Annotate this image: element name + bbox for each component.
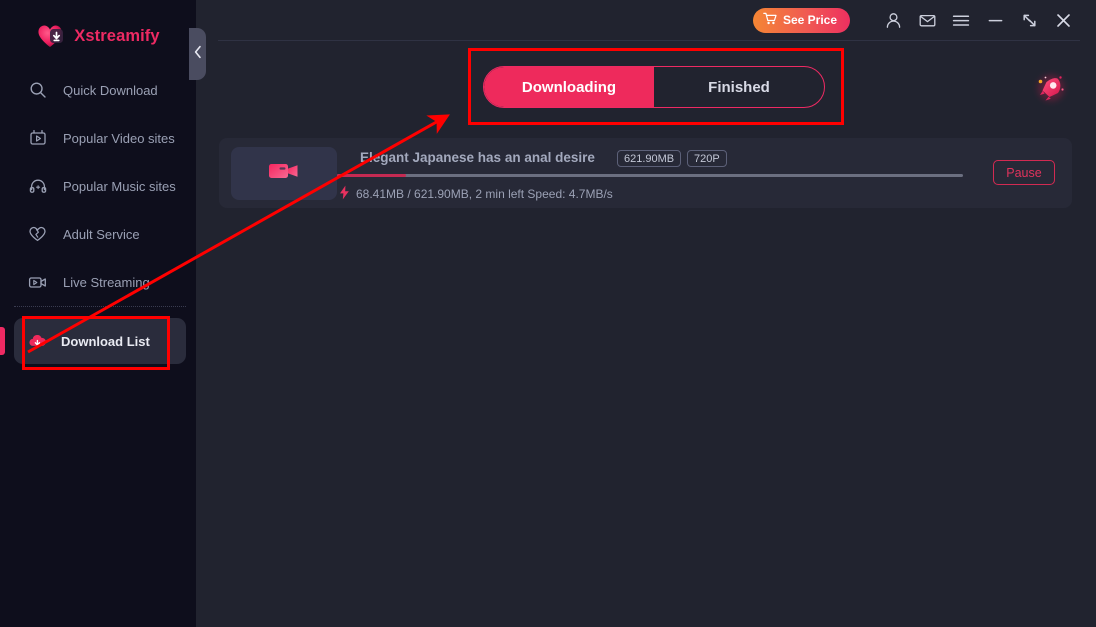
progress-bar	[337, 174, 963, 177]
header-divider	[218, 40, 1080, 41]
search-icon	[28, 81, 47, 100]
sidebar-item-label: Popular Music sites	[63, 178, 176, 194]
app-window: Xstreamify Quick Download Popular Video …	[0, 0, 1096, 627]
download-status-text: 68.41MB / 621.90MB, 2 min left Speed: 4.…	[356, 187, 613, 201]
sidebar-item-download-list[interactable]: Download List	[14, 318, 186, 364]
video-thumbnail	[231, 147, 337, 200]
video-box-icon	[28, 129, 47, 148]
sidebar-item-popular-music-sites[interactable]: Popular Music sites	[0, 162, 196, 210]
video-camera-icon	[267, 159, 301, 188]
quality-badge: 720P	[687, 150, 727, 167]
heart-download-icon	[36, 22, 66, 50]
live-video-icon	[28, 273, 47, 292]
chevron-left-icon	[193, 45, 203, 64]
brand-name: Xstreamify	[74, 26, 160, 45]
sidebar-item-label: Quick Download	[63, 82, 158, 98]
sidebar: Xstreamify Quick Download Popular Video …	[0, 0, 196, 627]
size-badge: 621.90MB	[617, 150, 682, 167]
close-icon[interactable]	[1046, 3, 1080, 37]
mail-icon[interactable]	[910, 3, 944, 37]
restore-icon[interactable]	[1012, 3, 1046, 37]
pause-button[interactable]: Pause	[993, 160, 1055, 185]
sidebar-item-adult-service[interactable]: Adult Service	[0, 210, 196, 258]
download-status: 68.41MB / 621.90MB, 2 min left Speed: 4.…	[339, 185, 613, 203]
sidebar-item-popular-video-sites[interactable]: Popular Video sites	[0, 114, 196, 162]
lightning-bolt-icon	[339, 185, 350, 203]
sidebar-collapse-button[interactable]	[189, 28, 206, 80]
brand: Xstreamify	[0, 14, 196, 58]
title-bar: See Price	[196, 0, 1096, 40]
sidebar-nav: Quick Download Popular Video sites Popul…	[0, 66, 196, 306]
tab-finished[interactable]: Finished	[654, 67, 824, 107]
see-price-label: See Price	[782, 13, 837, 27]
sidebar-divider	[14, 306, 186, 307]
account-icon[interactable]	[876, 3, 910, 37]
shopping-cart-icon	[763, 12, 777, 28]
rocket-icon[interactable]	[1029, 66, 1073, 110]
download-list-item[interactable]: Elegant Japanese has an anal desire 621.…	[219, 138, 1072, 208]
sidebar-item-live-streaming[interactable]: Live Streaming	[0, 258, 196, 306]
sidebar-item-label: Live Streaming	[63, 274, 150, 290]
download-status-tabs: Downloading Finished	[483, 66, 825, 108]
cloud-download-icon	[28, 332, 47, 351]
progress-bar-fill	[337, 174, 406, 177]
active-indicator-bar	[0, 327, 5, 355]
see-price-button[interactable]: See Price	[752, 7, 850, 33]
headphones-icon	[28, 177, 47, 196]
download-title: Elegant Japanese has an anal desire	[360, 150, 595, 165]
broken-heart-icon	[28, 225, 47, 244]
sidebar-item-label: Download List	[61, 333, 150, 349]
sidebar-item-label: Popular Video sites	[63, 130, 175, 146]
tab-downloading[interactable]: Downloading	[484, 67, 654, 107]
minimize-icon[interactable]	[978, 3, 1012, 37]
sidebar-item-label: Adult Service	[63, 226, 140, 242]
menu-icon[interactable]	[944, 3, 978, 37]
sidebar-item-quick-download[interactable]: Quick Download	[0, 66, 196, 114]
